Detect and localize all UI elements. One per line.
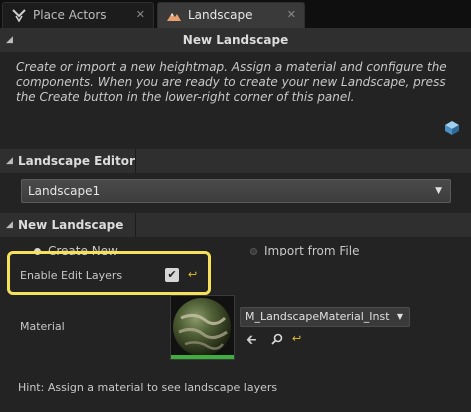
browse-search-icon[interactable] bbox=[271, 333, 283, 345]
chevron-down-icon: ▼ bbox=[396, 312, 403, 321]
landscape-select[interactable]: Landscape1 ▼ bbox=[21, 179, 451, 203]
chevron-down-icon: ▼ bbox=[435, 186, 442, 196]
new-landscape-header[interactable]: ◢ New Landscape bbox=[0, 28, 471, 52]
tab-place-actors[interactable]: Place Actors ✕ bbox=[2, 2, 154, 28]
landscape-cube-icon[interactable] bbox=[444, 120, 460, 136]
landscape-select-value: Landscape1 bbox=[28, 184, 101, 198]
material-select[interactable]: M_LandscapeMaterial_Inst ▼ bbox=[240, 307, 410, 327]
tab-landscape[interactable]: Landscape ✕ bbox=[157, 2, 305, 28]
import-from-file-radio[interactable] bbox=[250, 248, 257, 255]
tab-label: Landscape bbox=[188, 8, 253, 22]
material-thumbnail[interactable] bbox=[170, 295, 235, 360]
tab-label: Place Actors bbox=[33, 8, 107, 22]
column-divider bbox=[135, 149, 136, 173]
new-landscape-section-header[interactable]: ◢ New Landscape bbox=[0, 213, 471, 237]
hint-text: Hint: Assign a material to see landscape… bbox=[18, 381, 278, 394]
material-label: Material bbox=[20, 320, 65, 333]
landscape-editor-header[interactable]: ◢ Landscape Editor bbox=[0, 149, 471, 173]
highlight-box bbox=[7, 251, 211, 295]
description-text: Create or import a new heightmap. Assign… bbox=[16, 60, 447, 104]
place-actors-icon bbox=[12, 9, 26, 23]
collapse-arrow-icon[interactable]: ◢ bbox=[6, 149, 13, 173]
reset-to-default-icon[interactable]: ↩ bbox=[292, 332, 301, 345]
landscape-mountain-icon bbox=[167, 13, 181, 21]
tab-bar: Place Actors ✕ Landscape ✕ bbox=[0, 0, 471, 28]
section-title: New Landscape bbox=[182, 33, 289, 47]
material-select-value: M_LandscapeMaterial_Inst bbox=[245, 310, 390, 323]
use-selected-arrow-icon[interactable]: 🡰 bbox=[246, 331, 257, 353]
material-sphere-icon bbox=[171, 298, 234, 359]
column-divider bbox=[135, 213, 136, 237]
close-icon[interactable]: ✕ bbox=[136, 3, 145, 27]
close-icon[interactable]: ✕ bbox=[287, 3, 296, 27]
section-title: Landscape Editor bbox=[18, 154, 135, 168]
section-title: New Landscape bbox=[18, 218, 124, 232]
collapse-arrow-icon[interactable]: ◢ bbox=[6, 213, 13, 237]
